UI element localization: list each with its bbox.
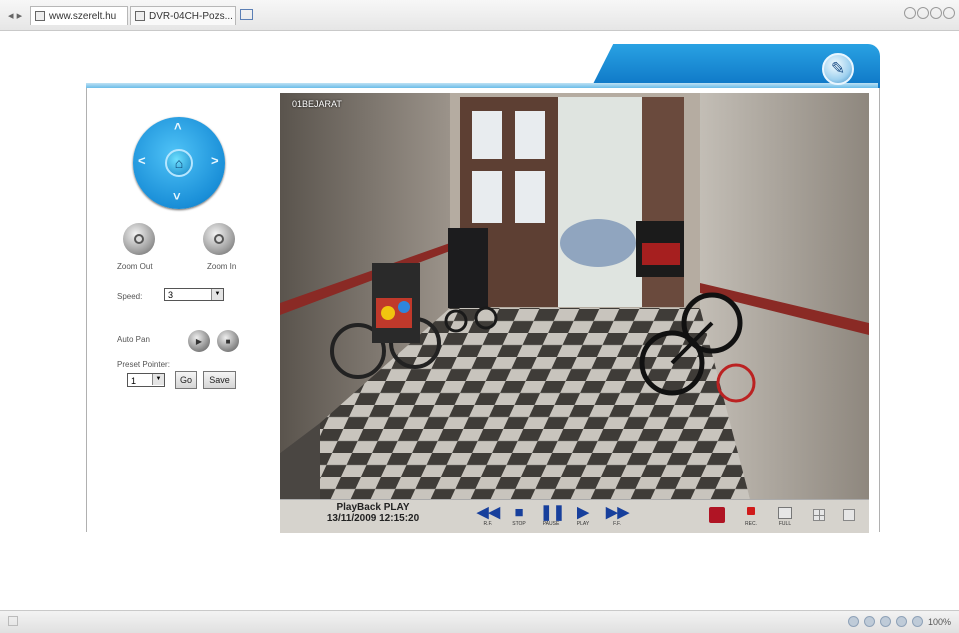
floppy-disk-icon bbox=[709, 507, 725, 523]
stop-icon: ■ bbox=[514, 504, 524, 521]
pan-down-icon[interactable]: ˅ bbox=[173, 189, 181, 204]
camera-name-overlay: 01BEJARAT bbox=[292, 99, 342, 109]
quad-view-button[interactable] bbox=[808, 505, 830, 531]
speed-value: 3 bbox=[168, 290, 174, 300]
zoom-in-label: Zoom In bbox=[207, 262, 237, 271]
settings-wrench-button[interactable]: ✎ bbox=[822, 53, 854, 85]
rewind-button[interactable]: ◀◀ R.F. bbox=[477, 504, 501, 531]
window-control-icon[interactable] bbox=[904, 7, 916, 19]
grid-icon bbox=[813, 509, 825, 521]
speaker-icon[interactable] bbox=[895, 616, 907, 627]
preset-save-button[interactable]: Save bbox=[203, 371, 236, 389]
pause-button[interactable]: ❚❚ PAUSE bbox=[540, 504, 566, 531]
browser-tab-label: www.szerelt.hu bbox=[49, 11, 117, 22]
addon-icon[interactable] bbox=[879, 616, 891, 627]
browser-tab-bar: ◂ ▸ www.szerelt.hu DVR-04CH-Pozs... bbox=[0, 0, 959, 31]
page-status-icon bbox=[8, 616, 18, 626]
pause-icon: ❚❚ bbox=[540, 504, 566, 521]
pan-right-icon[interactable]: > bbox=[211, 153, 219, 168]
window-control-icon[interactable] bbox=[917, 7, 929, 19]
browser-tab-label: DVR-04CH-Pozs... bbox=[149, 11, 233, 22]
zoom-out-button[interactable] bbox=[123, 223, 155, 255]
preset-select[interactable]: 1 ▼ bbox=[127, 373, 165, 387]
auto-pan-stop-button[interactable]: ■ bbox=[217, 330, 239, 352]
record-caption: REC. bbox=[745, 521, 757, 527]
pan-left-icon[interactable]: < bbox=[138, 153, 146, 168]
site-favicon-icon bbox=[35, 11, 45, 21]
ptz-panel: ˄ ˅ < > ⌂ Zoom Out Zoom In Speed: 3 ▼ Au… bbox=[86, 92, 282, 532]
auto-pan-start-button[interactable]: ▶ bbox=[188, 330, 210, 352]
fullscreen-button[interactable]: FULL bbox=[774, 505, 796, 531]
stop-icon: ■ bbox=[225, 336, 231, 346]
fast-forward-button[interactable]: ▶▶ F.F. bbox=[606, 504, 630, 531]
play-icon: ▶ bbox=[195, 336, 203, 346]
play-caption: PLAY bbox=[576, 521, 590, 527]
chevron-down-icon: ▼ bbox=[211, 289, 223, 300]
rewind-caption: R.F. bbox=[483, 521, 493, 527]
browser-tab-szerelt[interactable]: www.szerelt.hu bbox=[30, 6, 128, 25]
save-clip-button[interactable] bbox=[706, 505, 728, 531]
chevron-down-icon: ▼ bbox=[152, 374, 164, 385]
preset-pointer-label: Preset Pointer: bbox=[117, 360, 170, 369]
playback-timestamp: 13/11/2009 12:15:20 bbox=[326, 513, 420, 524]
page-favicon-icon bbox=[135, 11, 145, 21]
record-button[interactable]: REC. bbox=[740, 505, 762, 531]
camera-frame-image bbox=[280, 93, 869, 499]
play-icon: ▶ bbox=[577, 504, 589, 521]
window-control-icon[interactable] bbox=[943, 7, 955, 19]
new-tab-icon[interactable] bbox=[240, 9, 253, 20]
pause-caption: PAUSE bbox=[542, 521, 560, 527]
wrench-icon: ✎ bbox=[830, 59, 846, 78]
pan-up-icon[interactable]: ˄ bbox=[174, 119, 182, 134]
playback-state: PlayBack PLAY bbox=[336, 502, 410, 513]
home-icon[interactable]: ⌂ bbox=[165, 149, 193, 177]
camera-video-feed[interactable]: 01BEJARAT bbox=[280, 93, 869, 499]
single-view-icon bbox=[843, 509, 855, 521]
playback-status: PlayBack PLAY 13/11/2009 12:15:20 bbox=[318, 502, 428, 524]
record-icon bbox=[747, 507, 755, 515]
window-control-icon[interactable] bbox=[930, 7, 942, 19]
speed-label: Speed: bbox=[117, 292, 143, 301]
network-icon[interactable] bbox=[847, 616, 859, 627]
fullscreen-icon bbox=[778, 507, 792, 519]
security-icon[interactable] bbox=[863, 616, 875, 627]
play-button[interactable]: ▶ PLAY bbox=[572, 505, 594, 531]
tab-nav-arrows-icon[interactable]: ◂ ▸ bbox=[8, 9, 22, 22]
fullscreen-caption: FULL bbox=[778, 521, 792, 527]
window-controls bbox=[904, 7, 955, 19]
zoom-in-button[interactable] bbox=[203, 223, 235, 255]
stop-caption: STOP bbox=[512, 521, 526, 527]
browser-status-bar: 100% bbox=[0, 610, 959, 633]
fast-forward-icon: ▶▶ bbox=[606, 504, 630, 521]
zoom-icon[interactable] bbox=[911, 616, 923, 627]
auto-pan-label: Auto Pan bbox=[117, 335, 150, 344]
playback-control-bar: PlayBack PLAY 13/11/2009 12:15:20 ◀◀ R.F… bbox=[280, 499, 869, 533]
zoom-out-label: Zoom Out bbox=[117, 262, 153, 271]
ptz-direction-pad: ˄ ˅ < > ⌂ bbox=[133, 117, 225, 209]
speed-select[interactable]: 3 ▼ bbox=[164, 288, 224, 301]
status-tray: 100% bbox=[847, 616, 951, 627]
single-view-button[interactable] bbox=[838, 505, 860, 531]
fast-forward-caption: F.F. bbox=[613, 521, 621, 527]
rewind-icon: ◀◀ bbox=[477, 504, 501, 521]
stop-button[interactable]: ■ STOP bbox=[508, 505, 530, 531]
preset-value: 1 bbox=[131, 376, 137, 386]
browser-tab-dvr[interactable]: DVR-04CH-Pozs... bbox=[130, 6, 236, 25]
zoom-level[interactable]: 100% bbox=[928, 617, 951, 627]
preset-go-button[interactable]: Go bbox=[175, 371, 197, 389]
